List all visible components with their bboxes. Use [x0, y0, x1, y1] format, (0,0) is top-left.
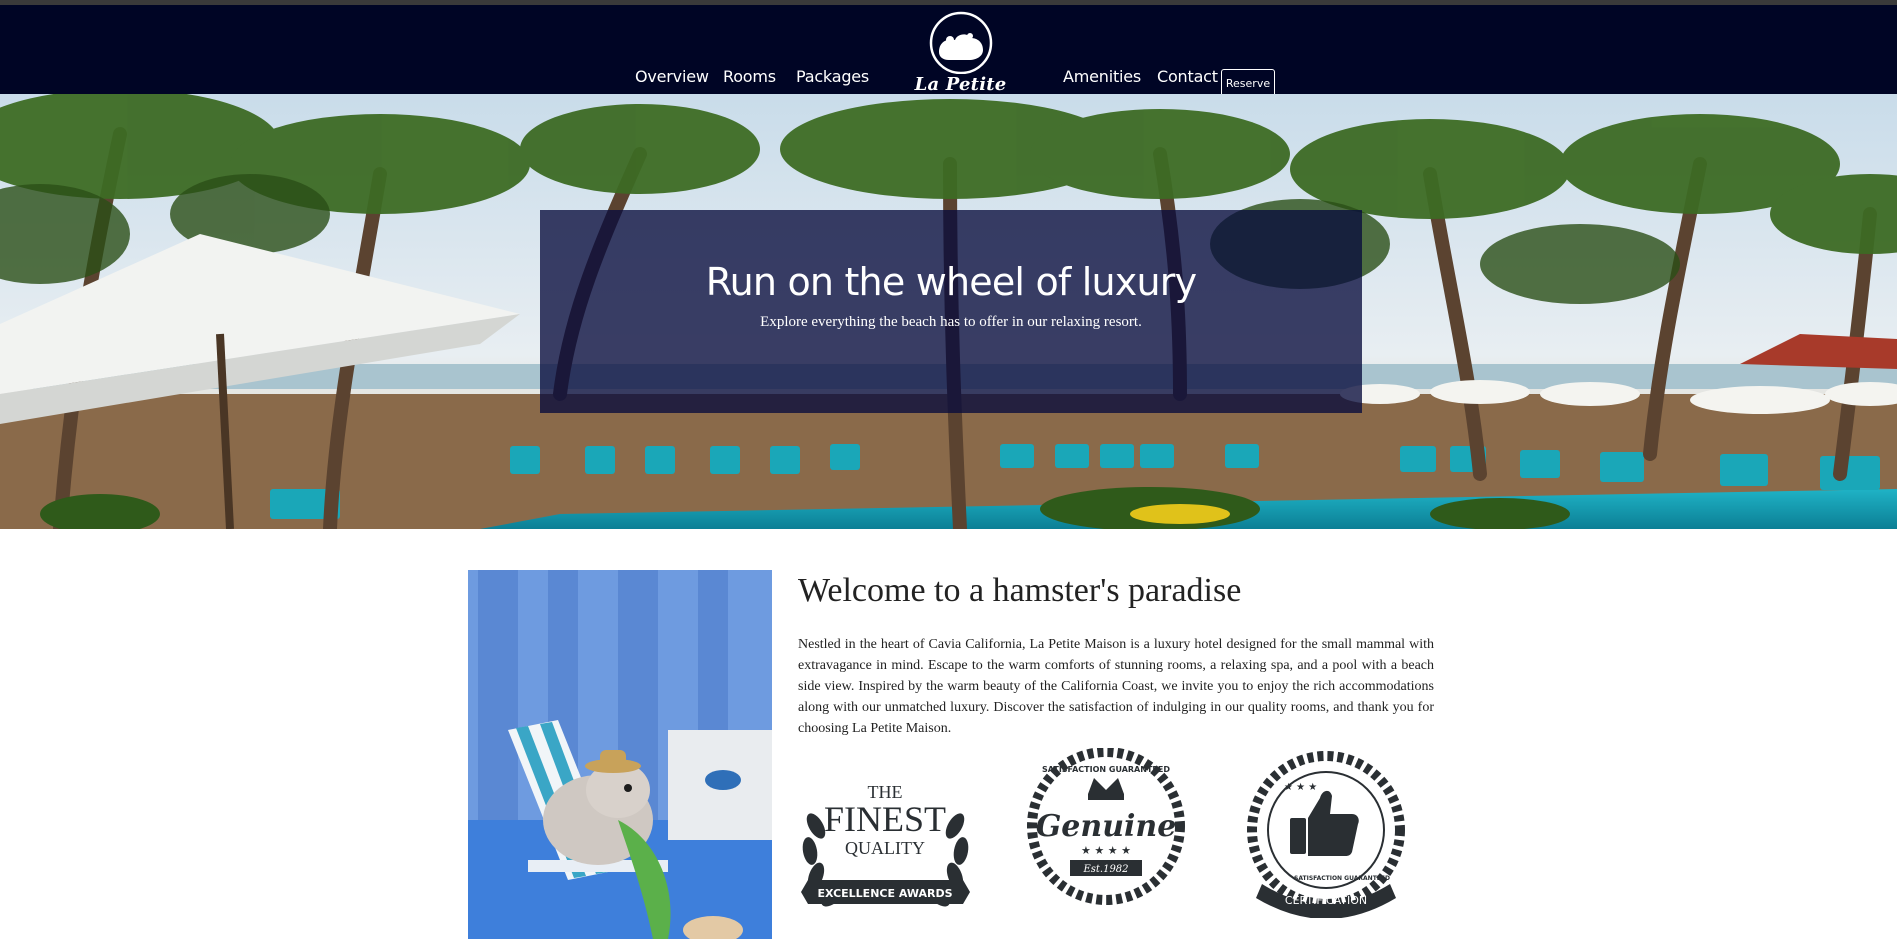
hamster-silhouette-icon	[929, 11, 993, 74]
svg-text:★ ★ ★: ★ ★ ★	[1284, 782, 1317, 793]
crown-icon	[1088, 778, 1124, 800]
finest-quality-badge: THE FINEST QUALITY EXCELLENCE AWARDS	[798, 776, 973, 924]
hero-title: Run on the wheel of luxury	[705, 260, 1197, 304]
badge1-line2: FINEST	[824, 799, 946, 839]
svg-text:★ ★ ★ ★: ★ ★ ★ ★	[1081, 844, 1131, 857]
badge3-ring-text: SATISFACTION GUARANTEED	[1294, 875, 1390, 882]
nav-link-rooms[interactable]: Rooms	[723, 67, 776, 87]
thumbs-up-icon	[1290, 790, 1359, 856]
badge2-ribbon: Est.1982	[1082, 864, 1128, 875]
badge2-top-text: SATISFACTION GUARANTEED	[1042, 765, 1170, 774]
genuine-badge: SATISFACTION GUARANTEED Genuine ★ ★ ★ ★ …	[1018, 747, 1194, 906]
badge1-line3: QUALITY	[845, 838, 925, 858]
nav-link-amenities[interactable]: Amenities	[1063, 67, 1141, 87]
badge1-ribbon: EXCELLENCE AWARDS	[817, 887, 952, 900]
nav-link-packages[interactable]: Packages	[796, 67, 869, 87]
nav-link-overview[interactable]: Overview	[635, 67, 709, 87]
top-navbar: Overview Rooms Packages La Petite Maison…	[0, 5, 1897, 116]
welcome-heading: Welcome to a hamster's paradise	[798, 572, 1242, 609]
badge2-main-text: Genuine	[1036, 809, 1177, 844]
nav-link-contact[interactable]: Contact	[1157, 67, 1218, 87]
brand-logo[interactable]: La Petite Maison	[893, 10, 1033, 116]
hamster-beach-chair-photo	[468, 570, 772, 939]
certification-badge: ★ ★ ★ SATISFACTION GUARANTEED CERTIFICAT…	[1238, 748, 1414, 919]
hero-caption-box: Run on the wheel of luxury Explore every…	[540, 210, 1362, 413]
badge3-ribbon: CERTIFICATION	[1285, 894, 1367, 907]
hero-banner: Run on the wheel of luxury Explore every…	[0, 94, 1897, 529]
hero-subtitle: Explore everything the beach has to offe…	[760, 314, 1142, 330]
welcome-paragraph: Nestled in the heart of Cavia California…	[798, 637, 1434, 736]
